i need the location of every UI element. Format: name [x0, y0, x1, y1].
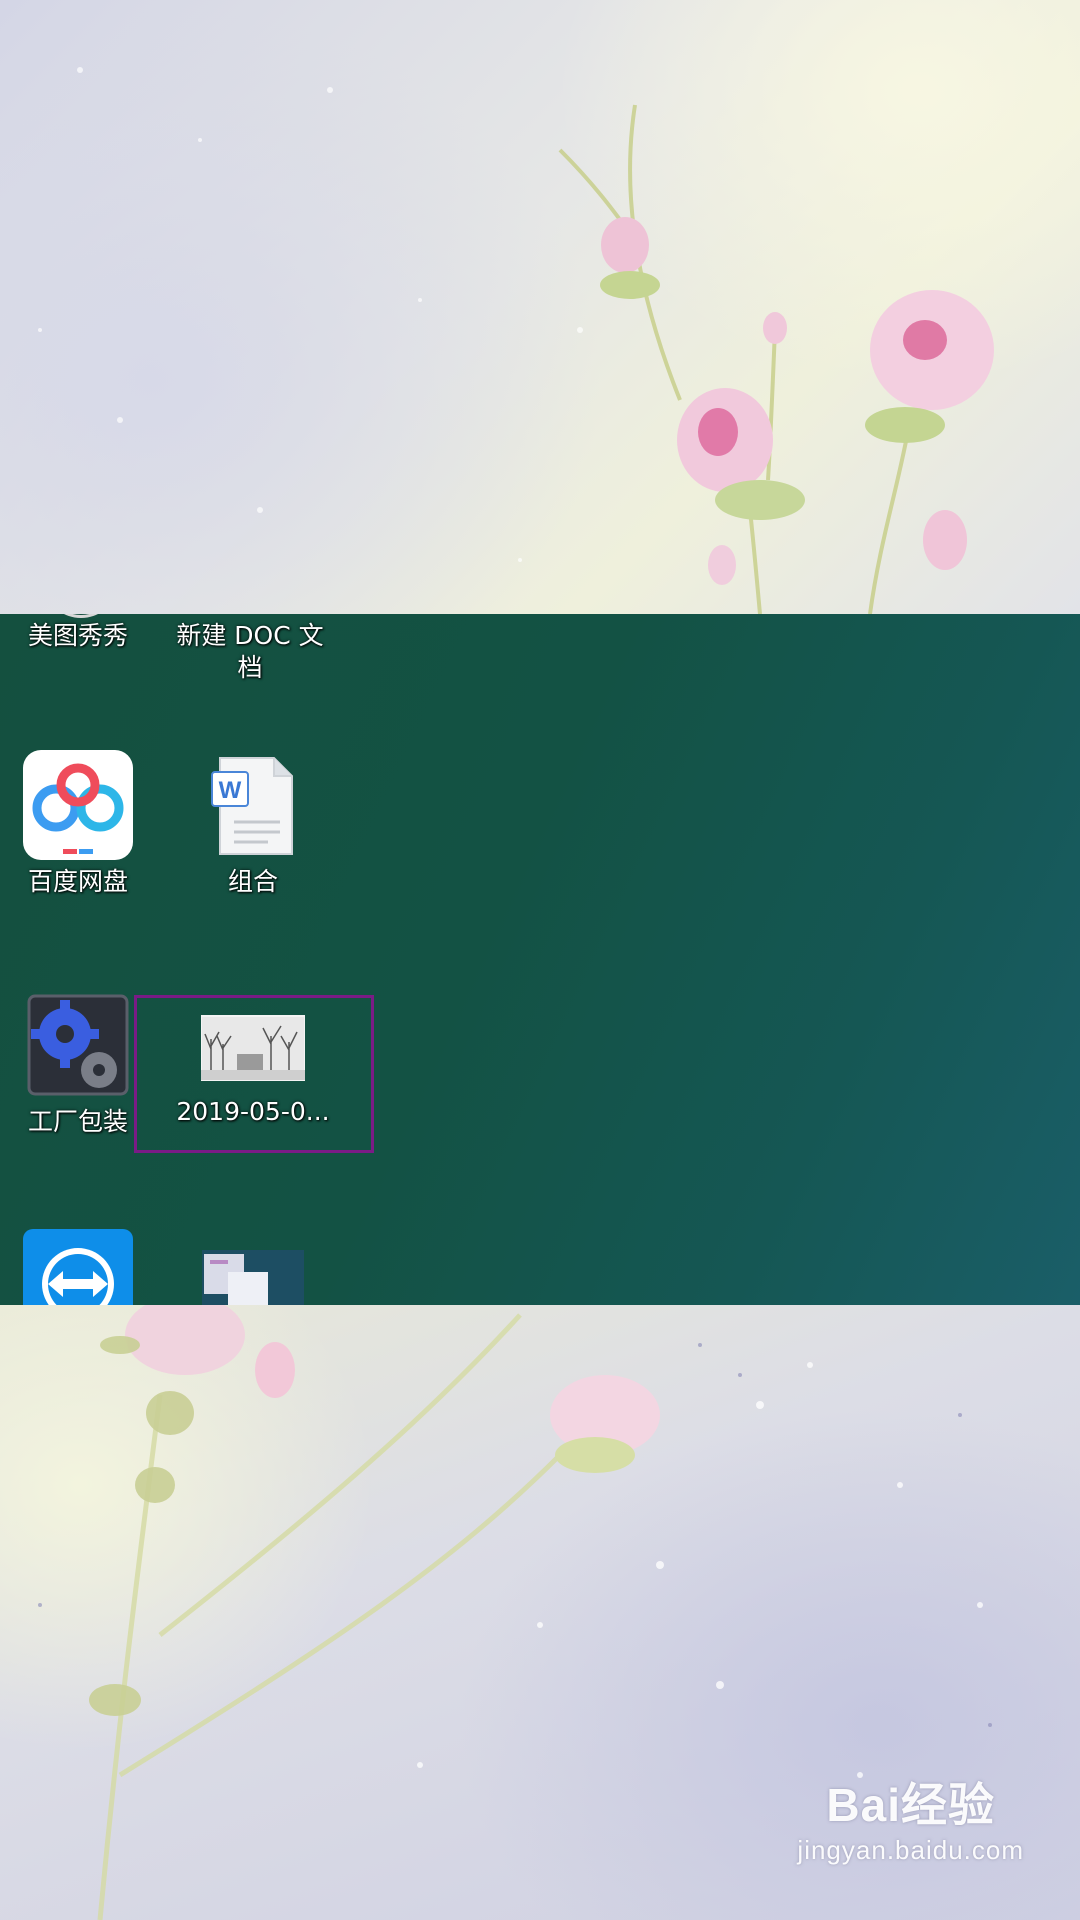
gear-icon — [23, 990, 133, 1100]
watermark-brand: Bai经验 — [826, 1779, 995, 1831]
desktop-icon-zuhe[interactable]: W 组合 — [173, 750, 333, 898]
desktop-icon-baidu-netdisk[interactable]: 百度网盘 — [0, 750, 158, 898]
desktop-area: 美图秀秀 新建 DOC 文档 百度网盘 W 组合 工厂包装 2019-05-0.… — [0, 614, 1080, 1305]
word-doc-icon: W — [198, 750, 308, 860]
desktop-icon-new-doc[interactable]: 新建 DOC 文档 — [170, 614, 330, 684]
desktop-icon-meitu[interactable]: 美图秀秀 — [0, 614, 158, 652]
wallpaper-top — [0, 0, 1080, 614]
watermark-url: jingyan.baidu.com — [797, 1835, 1024, 1865]
desktop-icon-label: 组合 — [227, 867, 278, 896]
baidu-jingyan-watermark: Bai经验 jingyan.baidu.com — [797, 1769, 1024, 1866]
desktop-icon-teamviewer[interactable] — [0, 1229, 158, 1305]
svg-text:W: W — [219, 777, 242, 804]
desktop-icon-screenshot[interactable] — [173, 1248, 333, 1305]
desktop-icon-label: 新建 DOC 文档 — [176, 621, 324, 682]
desktop-icon-label: 美图秀秀 — [27, 621, 128, 650]
pink-flower — [865, 290, 994, 443]
pink-flower — [677, 388, 805, 520]
desktop-icon-label: 百度网盘 — [27, 867, 128, 896]
screenshot-thumbnail-icon — [198, 1248, 308, 1305]
baidu-netdisk-icon — [23, 750, 133, 860]
desktop-icon-image-file[interactable]: 2019-05-0... — [173, 1014, 333, 1128]
flower-painting — [38, 67, 994, 614]
desktop-icon-label: 2019-05-0... — [176, 1097, 330, 1126]
teamviewer-icon — [23, 1229, 133, 1305]
pink-flower — [125, 1305, 660, 1473]
image-thumbnail-icon — [198, 1014, 308, 1090]
wallpaper-bottom: Bai经验 jingyan.baidu.com — [0, 1305, 1080, 1920]
